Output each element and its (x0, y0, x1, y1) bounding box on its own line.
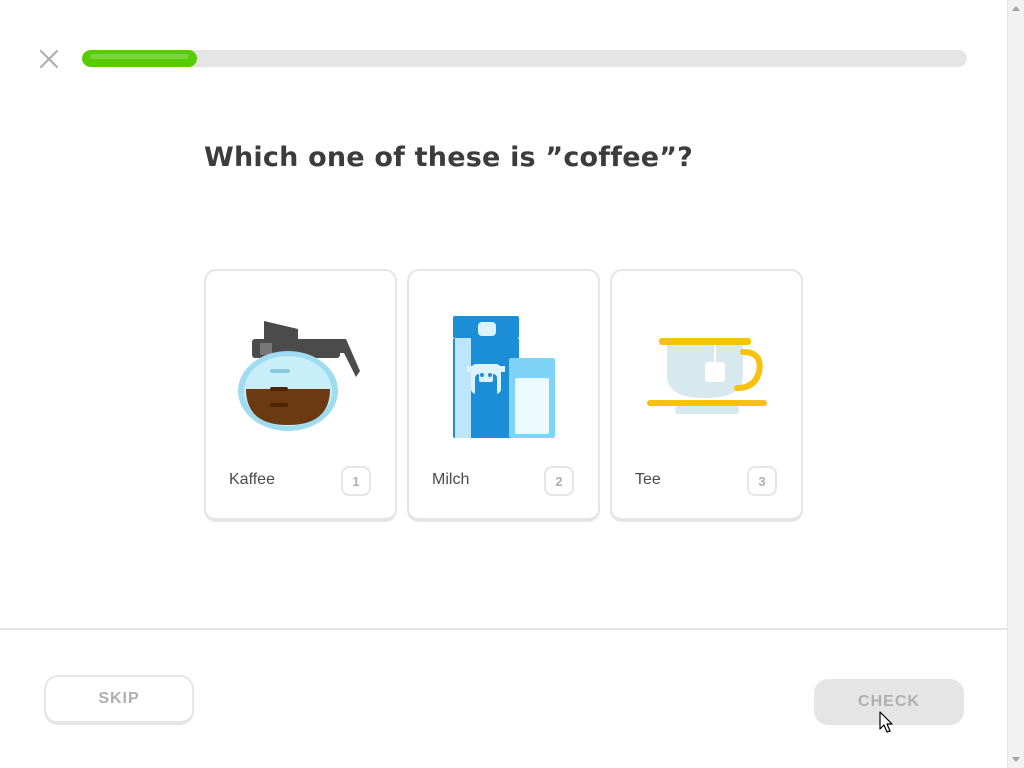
question-title: Which one of these is ”coffee”? (204, 142, 694, 173)
choice-card-tee[interactable]: Tee 3 (610, 269, 803, 522)
choice-list: Kaffee 1 Milch 2 Tee 3 (204, 269, 803, 522)
keyboard-shortcut-badge: 2 (544, 466, 574, 496)
milk-carton-icon (452, 315, 555, 438)
tea-cup-icon (646, 337, 767, 414)
keyboard-shortcut-badge: 1 (341, 466, 371, 496)
footer-divider (0, 628, 1007, 630)
lesson-progress-bar (82, 50, 967, 67)
skip-button[interactable]: SKIP (44, 675, 194, 725)
choice-image (206, 309, 395, 444)
choice-label: Tee (635, 471, 661, 488)
vertical-scrollbar[interactable] (1007, 0, 1024, 768)
choice-label: Kaffee (229, 471, 275, 488)
progress-fill (82, 50, 198, 67)
close-button[interactable] (38, 48, 60, 70)
keyboard-shortcut-badge: 3 (747, 466, 777, 496)
choice-image (409, 309, 598, 444)
scroll-down-arrow-icon[interactable] (1012, 757, 1020, 762)
check-button[interactable]: CHECK (814, 679, 964, 725)
choice-label: Milch (432, 471, 470, 488)
scroll-up-arrow-icon[interactable] (1012, 6, 1020, 11)
close-icon (39, 49, 59, 69)
choice-card-kaffee[interactable]: Kaffee 1 (204, 269, 397, 522)
choice-image (612, 309, 801, 444)
choice-card-milch[interactable]: Milch 2 (407, 269, 600, 522)
coffee-pot-icon (237, 320, 360, 431)
